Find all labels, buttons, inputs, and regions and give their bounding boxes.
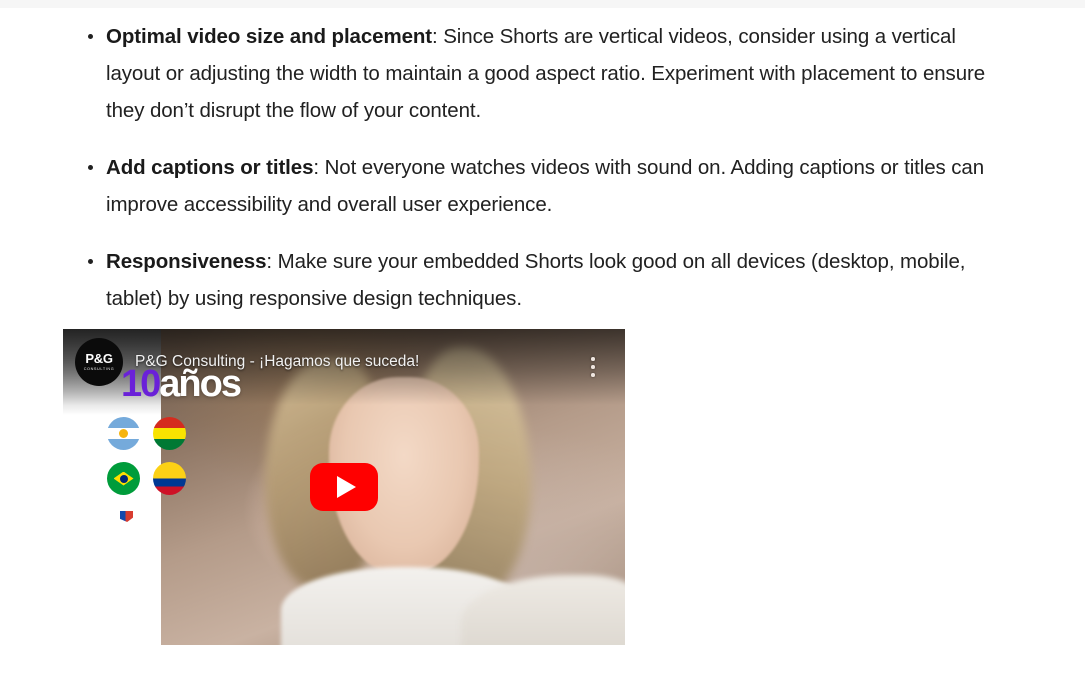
channel-avatar-main-text: P&G [85,351,113,366]
list-item: Responsiveness: Make sure your embedded … [0,243,1085,317]
colombia-flag-icon [153,462,186,495]
youtube-video-embed[interactable]: 10años P&G CONSULTING P&G Consulting - ¡… [63,329,625,645]
bullet-dot-icon [88,259,93,264]
argentina-sun-icon [119,429,128,438]
channel-avatar-sub-text: CONSULTING [83,367,115,371]
list-item: Optimal video size and placement: Since … [0,18,1085,129]
bullet-dot-icon [88,165,93,170]
kebab-dot-3 [591,373,595,377]
bullet-lead-text: Optimal video size and placement [106,25,433,48]
kebab-dot-2 [591,365,595,369]
kebab-dot-1 [591,357,595,361]
brazil-globe-icon [119,474,128,483]
play-button[interactable] [310,463,378,511]
tips-bullet-list: Optimal video size and placement: Since … [0,18,1085,317]
bullet-dot-icon [88,34,93,39]
play-triangle-icon [336,476,356,498]
channel-avatar[interactable]: P&G CONSULTING [75,338,123,386]
list-item: Add captions or titles: Not everyone wat… [0,149,1085,223]
article-content: Optimal video size and placement: Since … [0,18,1085,317]
argentina-flag-icon [107,417,140,450]
bolivia-flag-icon [153,417,186,450]
brazil-flag-icon [107,462,140,495]
bullet-lead-text: Responsiveness [106,250,267,273]
page-top-band [0,0,1085,8]
more-options-icon[interactable] [584,355,602,379]
bullet-lead-text: Add captions or titles [106,156,314,179]
video-title[interactable]: P&G Consulting - ¡Hagamos que suceda! [135,353,575,371]
